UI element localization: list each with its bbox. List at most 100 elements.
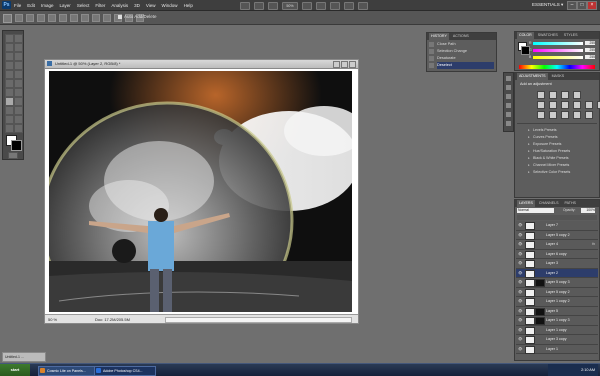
eraser-tool-icon[interactable]: [5, 79, 14, 88]
eye-icon[interactable]: 👁: [518, 252, 522, 256]
rounded-rectangle-icon[interactable]: [81, 14, 89, 22]
rotate-view-icon[interactable]: [330, 2, 340, 10]
zoom-icon[interactable]: [316, 2, 326, 10]
eye-icon[interactable]: 👁: [518, 242, 522, 246]
layer-name[interactable]: Layer 7: [546, 223, 558, 227]
tab-actions[interactable]: ACTIONS: [451, 33, 471, 40]
layer-row[interactable]: 👁 Layer 1 copy 3: [516, 316, 598, 326]
green-slider[interactable]: [533, 49, 583, 52]
blue-value[interactable]: 255: [585, 55, 595, 59]
tab-channels[interactable]: CHANNELS: [537, 200, 561, 207]
dodge-tool-icon[interactable]: [14, 88, 23, 97]
layer-row[interactable]: 👁 Layer 7: [516, 221, 598, 231]
history-item[interactable]: Close Path: [429, 41, 494, 48]
canvas[interactable]: [49, 71, 352, 312]
menu-help[interactable]: Help: [184, 3, 193, 8]
preset-levels[interactable]: Levels Presets: [528, 127, 595, 133]
zoom-menu[interactable]: 50%: [282, 2, 298, 10]
levels-icon[interactable]: [549, 91, 557, 99]
rectangle-icon[interactable]: [70, 14, 78, 22]
eye-icon[interactable]: 👁: [518, 261, 522, 265]
crop-tool-icon[interactable]: [5, 52, 14, 61]
layer-row[interactable]: 👁 Layer 1 copy: [516, 325, 598, 335]
layer-row-selected[interactable]: 👁 Layer 2: [516, 268, 598, 278]
layer-row[interactable]: 👁 Layer 5 copy 3: [516, 278, 598, 288]
layer-row[interactable]: 👁 Layer 3 copy: [516, 335, 598, 345]
layer-row[interactable]: 👁 Layer 6 copy: [516, 249, 598, 259]
blend-mode-select[interactable]: Normal: [517, 208, 554, 213]
tab-paths[interactable]: PATHS: [563, 200, 578, 207]
preset-exposure[interactable]: Exposure Presets: [528, 141, 595, 147]
polygon-icon[interactable]: [103, 14, 111, 22]
blur-tool-icon[interactable]: [5, 88, 14, 97]
layer-name[interactable]: Layer 5 copy 2: [546, 233, 570, 237]
history-brush-tool-icon[interactable]: [14, 70, 23, 79]
ellipse-icon[interactable]: [92, 14, 100, 22]
hue-saturation-icon[interactable]: [549, 101, 557, 109]
zoom-tool-icon[interactable]: [14, 124, 23, 133]
layer-name[interactable]: Layer 1 copy 3: [546, 318, 570, 322]
workspace-switcher[interactable]: ESSENTIALS ▾: [532, 2, 563, 8]
color-spectrum-bar[interactable]: [519, 65, 595, 69]
move-tool-icon[interactable]: [5, 34, 14, 43]
path-selection-tool-icon[interactable]: [5, 106, 14, 115]
layer-row[interactable]: 👁 Layer 5 copy 2: [516, 230, 598, 240]
history-item-selected[interactable]: Deselect: [429, 62, 494, 69]
history-item[interactable]: Desaturate: [429, 55, 494, 62]
fill-pixels-icon[interactable]: [37, 14, 45, 22]
layer-row[interactable]: 👁 Layer 1 copy 2: [516, 297, 598, 307]
posterize-icon[interactable]: [549, 111, 557, 119]
menu-analysis[interactable]: Analysis: [111, 3, 128, 8]
marquee-tool-icon[interactable]: [14, 34, 23, 43]
preset-curves[interactable]: Curves Presets: [528, 134, 595, 140]
layer-name[interactable]: Layer 1 copy 2: [546, 299, 570, 303]
invert-icon[interactable]: [537, 111, 545, 119]
eyedropper-tool-icon[interactable]: [14, 52, 23, 61]
gradient-tool-icon[interactable]: [14, 79, 23, 88]
opacity-input[interactable]: 100%: [581, 208, 595, 213]
layer-name[interactable]: Layer 2: [546, 271, 558, 275]
freeform-pen-icon[interactable]: [59, 14, 67, 22]
mini-bridge-icon[interactable]: [254, 2, 264, 10]
gradient-map-icon[interactable]: [573, 111, 581, 119]
tab-history[interactable]: HISTORY: [429, 33, 449, 40]
healing-brush-tool-icon[interactable]: [5, 61, 14, 70]
eye-icon[interactable]: 👁: [518, 318, 522, 322]
navigator-panel-icon[interactable]: [506, 121, 511, 126]
info-panel-icon[interactable]: [506, 112, 511, 117]
layer-row[interactable]: 👁 Layer 1: [516, 344, 598, 354]
history-item[interactable]: Selection Change: [429, 48, 494, 55]
menu-layer[interactable]: Layer: [60, 3, 71, 8]
hand-icon[interactable]: [302, 2, 312, 10]
doc-minimize-icon[interactable]: [333, 61, 340, 68]
layer-name[interactable]: Layer 5 copy 2: [546, 290, 570, 294]
auto-add-delete-checkbox[interactable]: [118, 15, 122, 19]
pen-tool-icon[interactable]: [5, 97, 14, 106]
layer-effects-icon[interactable]: fx: [592, 242, 595, 246]
menu-window[interactable]: Window: [162, 3, 178, 8]
blue-slider[interactable]: [533, 56, 583, 59]
minimized-document[interactable]: Untitled-1 ...: [2, 352, 46, 362]
eye-icon[interactable]: 👁: [518, 347, 522, 351]
eye-icon[interactable]: 👁: [518, 280, 522, 284]
menu-filter[interactable]: Filter: [95, 3, 105, 8]
brush-tool-icon[interactable]: [14, 61, 23, 70]
tab-styles[interactable]: STYLES: [562, 32, 580, 39]
layer-name[interactable]: Layer 5: [546, 309, 558, 313]
doc-close-icon[interactable]: [349, 61, 356, 68]
tab-swatches[interactable]: SWATCHES: [536, 32, 560, 39]
menu-select[interactable]: Select: [77, 3, 90, 8]
layer-row[interactable]: 👁 Layer 5 copy 2: [516, 287, 598, 297]
tab-layers[interactable]: LAYERS: [517, 200, 535, 207]
horizontal-scrollbar[interactable]: [165, 317, 352, 323]
hand-tool-icon[interactable]: [5, 124, 14, 133]
minimize-icon[interactable]: –: [567, 1, 577, 10]
tab-color[interactable]: COLOR: [517, 32, 534, 39]
shape-layers-icon[interactable]: [15, 14, 23, 22]
threshold-icon[interactable]: [561, 111, 569, 119]
doc-maximize-icon[interactable]: [341, 61, 348, 68]
3d-orbit-tool-icon[interactable]: [14, 115, 23, 124]
bridge-icon[interactable]: [240, 2, 250, 10]
red-slider[interactable]: [533, 42, 583, 45]
screen-mode-icon[interactable]: [358, 2, 368, 10]
